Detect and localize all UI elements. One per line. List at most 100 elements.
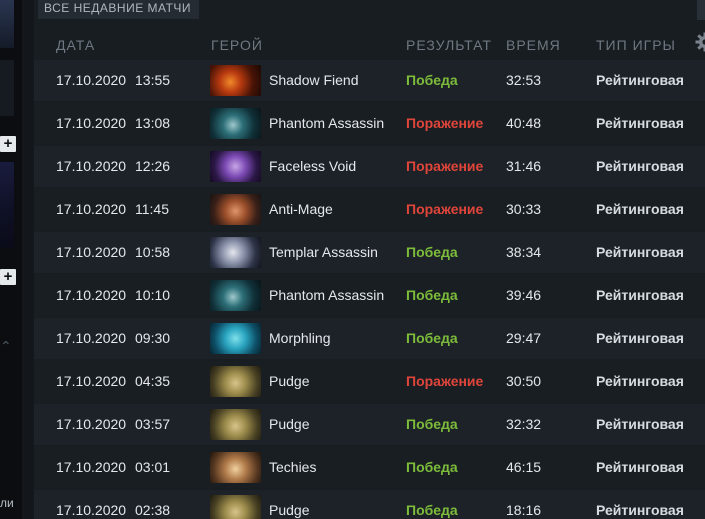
match-date: 17.10.2020 — [56, 287, 127, 303]
hero-name: Morphling — [269, 330, 331, 346]
templar-assassin-portrait — [210, 237, 261, 268]
phantom-assassin-portrait — [210, 108, 261, 139]
match-duration: 39:46 — [506, 287, 542, 303]
match-duration: 29:47 — [506, 330, 542, 346]
game-type: Рейтинговая — [596, 158, 684, 174]
match-row[interactable]: 17.10.2020 10:58 Templar Assassin Победа… — [34, 232, 705, 273]
hero-name: Techies — [269, 459, 317, 475]
match-date: 17.10.2020 — [56, 502, 127, 518]
anti-mage-portrait — [210, 194, 261, 225]
match-row[interactable]: 17.10.2020 13:55 Shadow Fiend Победа 32:… — [34, 60, 705, 101]
match-duration: 32:53 — [506, 72, 542, 88]
add-icon[interactable]: + — [0, 136, 16, 152]
scrollbar-thumb[interactable] — [697, 0, 705, 20]
hero-name: Templar Assassin — [269, 244, 378, 260]
match-date: 17.10.2020 — [56, 330, 127, 346]
match-result: Поражение — [406, 158, 484, 174]
match-duration: 40:48 — [506, 115, 542, 131]
hero-name: Pudge — [269, 416, 310, 432]
game-type: Рейтинговая — [596, 115, 684, 131]
section-title: ВСЕ НЕДАВНИЕ МАТЧИ — [38, 0, 200, 19]
match-duration: 46:15 — [506, 459, 542, 475]
match-date: 17.10.2020 — [56, 244, 127, 260]
hero-name: Phantom Assassin — [269, 115, 385, 131]
match-time: 13:55 — [135, 72, 171, 88]
match-duration: 30:50 — [506, 373, 542, 389]
match-time: 09:30 — [135, 330, 171, 346]
techies-portrait — [210, 452, 261, 483]
hero-name: Anti-Mage — [269, 201, 333, 217]
column-header-date[interactable]: ДАТА — [56, 37, 95, 53]
match-result: Победа — [406, 244, 458, 260]
game-type: Рейтинговая — [596, 72, 684, 88]
sidebar-card-hero[interactable] — [0, 162, 14, 248]
table-header: ДАТА ГЕРОЙ РЕЗУЛЬТАТ ВРЕМЯ ТИП ИГРЫ — [34, 28, 705, 60]
match-row[interactable]: 17.10.2020 03:57 Pudge Победа 32:32 Рейт… — [34, 404, 705, 445]
game-type: Рейтинговая — [596, 373, 684, 389]
game-type: Рейтинговая — [596, 459, 684, 475]
column-header-game-type[interactable]: ТИП ИГРЫ — [596, 37, 676, 53]
shadow-fiend-portrait — [210, 65, 261, 96]
match-row[interactable]: 17.10.2020 13:08 Phantom Assassin Пораже… — [34, 103, 705, 144]
match-result: Победа — [406, 416, 458, 432]
pudge-portrait — [210, 409, 261, 440]
match-time: 13:08 — [135, 115, 171, 131]
pudge-portrait — [210, 495, 261, 519]
column-header-result[interactable]: РЕЗУЛЬТАТ — [406, 37, 492, 53]
match-date: 17.10.2020 — [56, 459, 127, 475]
match-time: 10:58 — [135, 244, 171, 260]
match-duration: 38:34 — [506, 244, 542, 260]
sidebar-card[interactable] — [0, 60, 14, 116]
match-row[interactable]: 17.10.2020 09:30 Morphling Победа 29:47 … — [34, 318, 705, 359]
match-list: 17.10.2020 13:55 Shadow Fiend Победа 32:… — [34, 60, 705, 519]
match-result: Победа — [406, 72, 458, 88]
game-type: Рейтинговая — [596, 201, 684, 217]
match-date: 17.10.2020 — [56, 373, 127, 389]
match-row[interactable]: 17.10.2020 10:10 Phantom Assassin Победа… — [34, 275, 705, 316]
match-duration: 18:16 — [506, 502, 542, 518]
match-date: 17.10.2020 — [56, 72, 127, 88]
phantom-assassin-portrait — [210, 280, 261, 311]
match-duration: 32:32 — [506, 416, 542, 432]
match-result: Победа — [406, 459, 458, 475]
match-time: 03:57 — [135, 416, 171, 432]
column-header-duration[interactable]: ВРЕМЯ — [506, 37, 561, 53]
match-result: Поражение — [406, 115, 484, 131]
hero-name: Pudge — [269, 502, 310, 518]
match-duration: 31:46 — [506, 158, 542, 174]
match-result: Победа — [406, 287, 458, 303]
game-type: Рейтинговая — [596, 287, 684, 303]
game-type: Рейтинговая — [596, 416, 684, 432]
faceless-void-portrait — [210, 151, 261, 182]
match-row[interactable]: 17.10.2020 12:26 Faceless Void Поражение… — [34, 146, 705, 187]
match-row[interactable]: 17.10.2020 02:38 Pudge Победа 18:16 Рейт… — [34, 490, 705, 519]
match-result: Победа — [406, 502, 458, 518]
match-row[interactable]: 17.10.2020 03:01 Techies Победа 46:15 Ре… — [34, 447, 705, 488]
match-result: Победа — [406, 330, 458, 346]
match-row[interactable]: 17.10.2020 11:45 Anti-Mage Поражение 30:… — [34, 189, 705, 230]
match-history-screen: + + ⌃ ли ВСЕ НЕДАВНИЕ МАТЧИ ДАТА ГЕРОЙ Р… — [0, 0, 705, 519]
match-date: 17.10.2020 — [56, 158, 127, 174]
match-row[interactable]: 17.10.2020 04:35 Pudge Поражение 30:50 Р… — [34, 361, 705, 402]
hero-name: Phantom Assassin — [269, 287, 385, 303]
match-time: 12:26 — [135, 158, 171, 174]
match-time: 10:10 — [135, 287, 171, 303]
match-time: 02:38 — [135, 502, 171, 518]
pudge-portrait — [210, 366, 261, 397]
match-time: 11:45 — [135, 201, 169, 217]
match-time: 03:01 — [135, 459, 171, 475]
left-sidebar: + + ⌃ ли — [0, 0, 22, 519]
match-date: 17.10.2020 — [56, 201, 127, 217]
match-date: 17.10.2020 — [56, 115, 127, 131]
game-type: Рейтинговая — [596, 502, 684, 518]
settings-gear-icon[interactable] — [695, 32, 705, 52]
add-icon[interactable]: + — [0, 269, 16, 285]
match-result: Поражение — [406, 201, 484, 217]
hero-name: Shadow Fiend — [269, 72, 359, 88]
game-type: Рейтинговая — [596, 244, 684, 260]
match-duration: 30:33 — [506, 201, 542, 217]
column-header-hero[interactable]: ГЕРОЙ — [211, 37, 263, 53]
match-time: 04:35 — [135, 373, 171, 389]
sidebar-card-top[interactable] — [0, 0, 14, 48]
sidebar-fragment-text: ли — [0, 496, 14, 510]
